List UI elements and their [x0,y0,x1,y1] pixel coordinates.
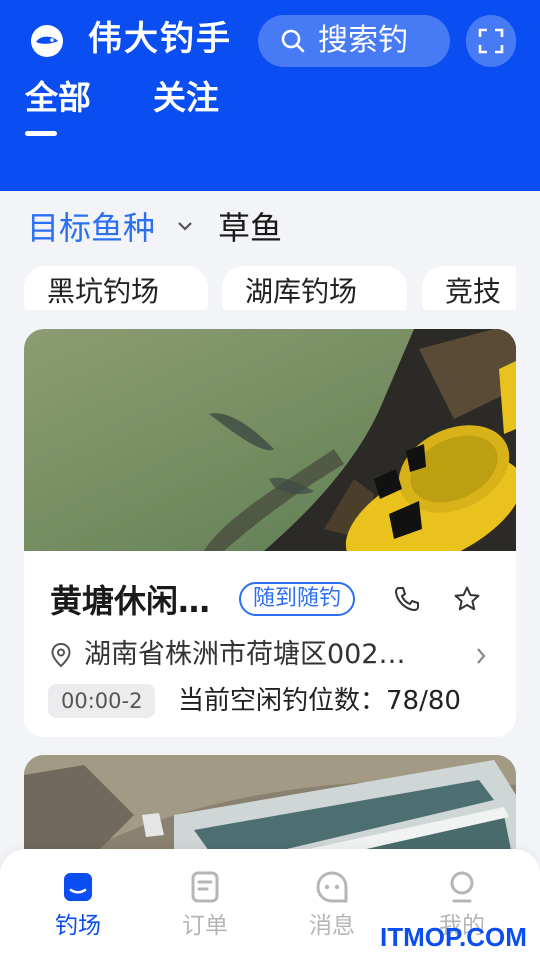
opening-hours: 00:00-2 [48,684,156,718]
venue-photo [24,329,516,551]
scan-frame-icon [478,28,504,54]
location-pin-icon [51,642,71,668]
tab-follow[interactable]: 关注 [153,76,219,120]
header-bar: 伟大钓手 搜索钓 全部 关注 [0,0,540,191]
category-chips: 黑坑钓场 湖库钓场 竞技 [24,266,516,310]
tab-all[interactable]: 全部 [25,76,91,120]
search-icon [281,29,305,53]
venue-name[interactable]: 黄塘休闲… [50,580,210,622]
nav-label: 订单 [182,913,228,939]
phone-icon[interactable] [393,585,421,613]
fishing-spot-icon [64,873,92,901]
venue-address[interactable]: 湖南省株洲市荷塘区002… [84,636,454,674]
message-icon [316,871,348,903]
chevron-down-icon[interactable] [176,220,194,232]
app-logo-icon [31,25,63,57]
chip-competition[interactable]: 竞技 [422,266,516,310]
chip-black-pit[interactable]: 黑坑钓场 [24,266,208,310]
search-box[interactable]: 搜索钓 [258,15,450,67]
nav-orders[interactable]: 订单 [155,849,255,960]
profile-icon [450,871,474,903]
chip-lake-reservoir[interactable]: 湖库钓场 [222,266,407,310]
nav-label: 钓场 [55,913,101,939]
order-icon [191,871,219,903]
nav-fishing-spot[interactable]: 钓场 [28,849,128,960]
app-title: 伟大钓手 [88,19,232,59]
free-seats-count: 当前空闲钓位数：78/80 [178,686,461,716]
nav-messages[interactable]: 消息 [282,849,382,960]
scan-button[interactable] [466,15,516,67]
favorite-star-icon[interactable] [453,585,481,613]
watermark: ITMOP.COM [380,922,527,952]
active-tab-indicator [25,131,57,136]
search-placeholder: 搜索钓 [318,23,408,58]
venue-card[interactable] [24,329,516,737]
target-fish-filter[interactable]: 目标鱼种 [27,206,155,250]
walk-in-badge: 随到随钓 [239,582,356,616]
app-screen: 伟大钓手 搜索钓 全部 关注 目标鱼种 草鱼 黑坑钓场 湖库钓场 竞技 黄塘休闲… [0,0,540,960]
chevron-right-icon[interactable] [475,646,487,666]
target-fish-value[interactable]: 草鱼 [218,206,282,250]
nav-label: 消息 [309,913,355,939]
